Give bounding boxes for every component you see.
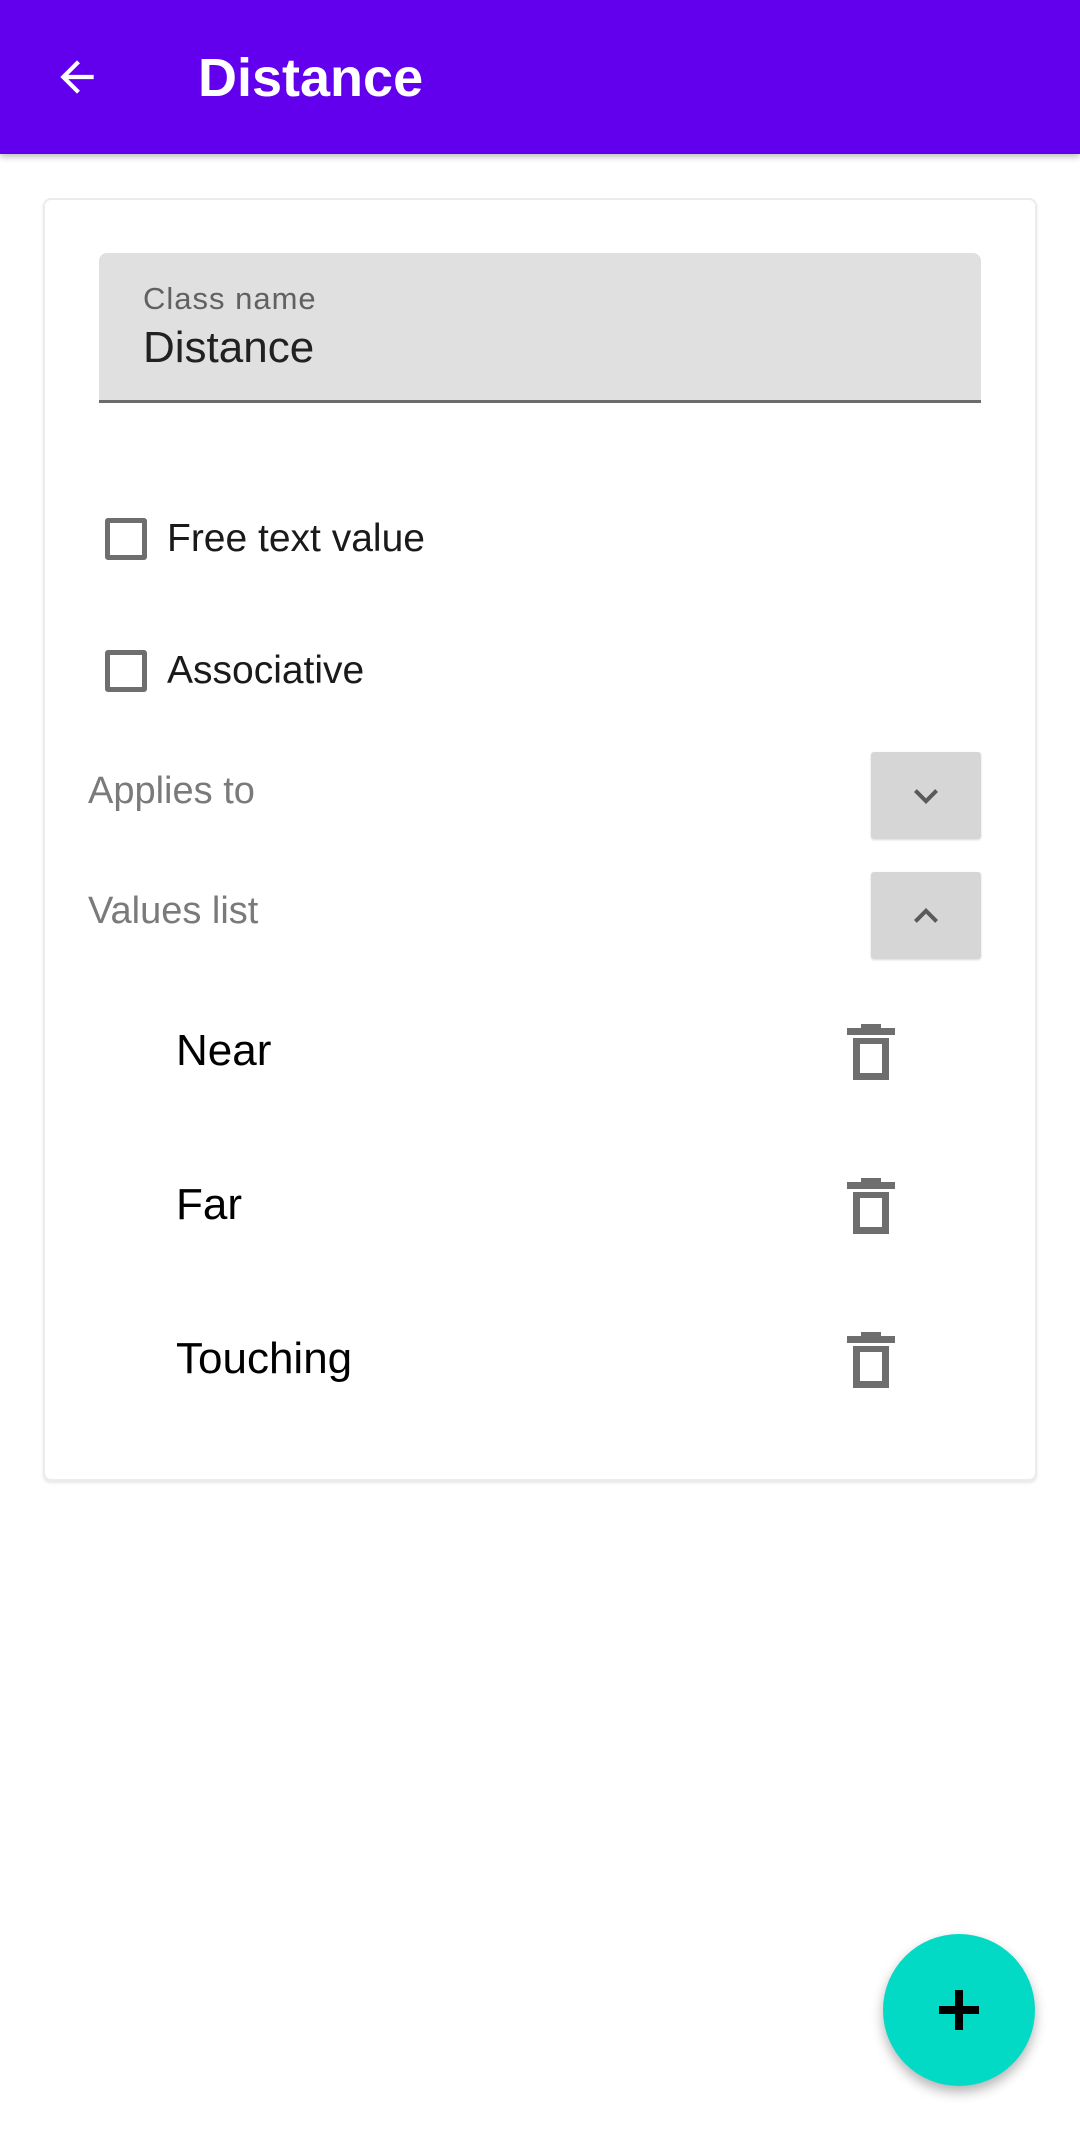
values-list-collapse-button[interactable] (871, 872, 981, 959)
page-title: Distance (198, 48, 424, 108)
free-text-value-checkbox[interactable] (105, 518, 147, 560)
class-name-input[interactable]: Distance (143, 323, 314, 373)
add-icon (939, 1990, 979, 2030)
arrow-back-icon (60, 60, 94, 94)
chevron-down-icon (914, 788, 938, 804)
value-item-touching: Touching (176, 1334, 353, 1383)
value-item-near: Near (176, 1026, 272, 1075)
chevron-up-icon (914, 907, 938, 923)
class-name-label: Class name (143, 281, 317, 316)
delete-near-button[interactable] (836, 1018, 906, 1088)
back-button[interactable] (36, 36, 118, 118)
associative-checkbox[interactable] (105, 650, 147, 692)
delete-far-button[interactable] (836, 1172, 906, 1242)
associative-row[interactable]: Associative (105, 641, 364, 701)
applies-to-label: Applies to (88, 770, 255, 812)
associative-label: Associative (167, 649, 365, 692)
delete-icon (847, 1024, 895, 1080)
add-value-fab[interactable] (883, 1934, 1035, 2086)
app-bar: Distance (0, 0, 1080, 154)
value-item-far: Far (176, 1180, 242, 1229)
delete-icon (847, 1332, 895, 1388)
free-text-value-label: Free text value (167, 517, 425, 560)
delete-icon (847, 1178, 895, 1234)
class-name-field[interactable]: Class name Distance (99, 253, 981, 403)
free-text-value-row[interactable]: Free text value (105, 509, 425, 569)
values-list-label: Values list (88, 890, 259, 932)
applies-to-expand-button[interactable] (871, 752, 981, 839)
delete-touching-button[interactable] (836, 1326, 906, 1396)
